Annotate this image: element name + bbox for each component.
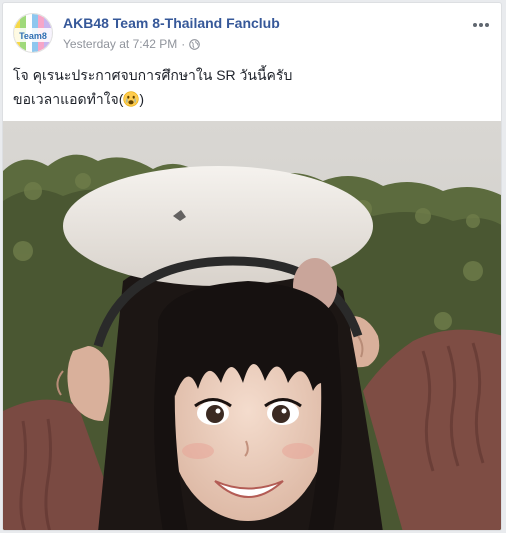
post-header: Team8 AKB48 Team 8-Thailand Fanclub Yest…	[3, 3, 501, 63]
post-meta: Yesterday at 7:42 PM ·	[63, 37, 201, 51]
post-text-line-2-prefix: ขอเวลาแอดทำใจ(	[13, 91, 124, 107]
team8-logo: Team8	[14, 14, 52, 52]
more-options-icon	[473, 23, 489, 27]
more-options-button[interactable]	[469, 15, 493, 35]
post-text-line-2: ขอเวลาแอดทำใจ( )	[13, 87, 493, 111]
post-text-line-2-suffix: )	[139, 91, 145, 107]
svg-text:Team8: Team8	[19, 31, 47, 41]
crying-face-emoji-icon	[123, 91, 139, 107]
meta-separator: ·	[181, 37, 186, 51]
post-text: โจ คุเรนะประกาศจบการศึกษาใน SR วันนี้ครั…	[13, 63, 493, 111]
facebook-post: Team8 AKB48 Team 8-Thailand Fanclub Yest…	[2, 2, 502, 531]
post-text-line-1: โจ คุเรนะประกาศจบการศึกษาใน SR วันนี้ครั…	[13, 67, 293, 83]
page-name-link[interactable]: AKB48 Team 8-Thailand Fanclub	[63, 15, 280, 31]
selfie-photo-illustration	[3, 121, 501, 530]
post-timestamp[interactable]: Yesterday at 7:42 PM	[63, 37, 177, 51]
post-photo[interactable]	[3, 121, 501, 530]
page-avatar[interactable]: Team8	[13, 13, 53, 53]
globe-icon[interactable]	[189, 38, 201, 50]
